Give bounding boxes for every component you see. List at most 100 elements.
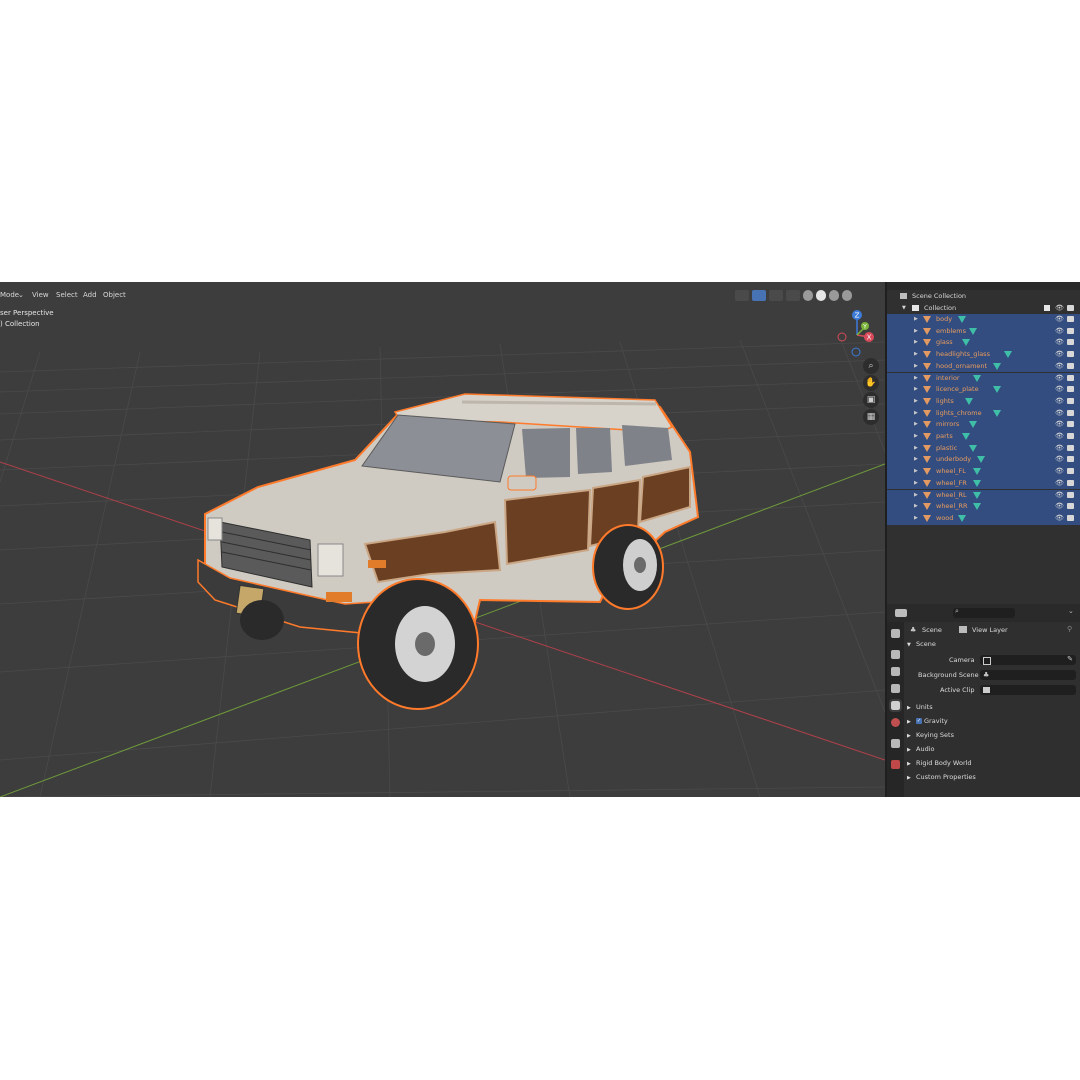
render-camera-icon[interactable] [1067, 433, 1074, 439]
expand-arrow-icon[interactable]: ▶ [907, 719, 911, 725]
axis-navigation-gizmo[interactable]: Z X Y [832, 308, 882, 358]
rigid-body-world-panel[interactable]: Rigid Body World [916, 759, 972, 767]
visibility-eye-icon[interactable]: 👁 [1055, 397, 1064, 405]
mode-dropdown[interactable]: Mode [0, 291, 19, 299]
outliner-object-row[interactable]: ▶ body 👁 [887, 314, 1080, 326]
outliner-object-row[interactable]: ▶ glass 👁 [887, 337, 1080, 350]
visibility-eye-icon[interactable]: 👁 [1055, 420, 1064, 428]
editor-type-icon[interactable] [895, 609, 907, 617]
render-camera-icon[interactable] [1067, 456, 1074, 463]
visibility-eye-icon[interactable]: 👁 [1055, 327, 1064, 335]
mesh-data-icon[interactable] [977, 456, 986, 464]
expand-arrow-icon[interactable]: ▶ [914, 363, 918, 369]
gravity-panel[interactable]: Gravity [924, 717, 948, 725]
outliner-collection-row[interactable]: ▼ Collection 👁 [887, 303, 1080, 315]
chevron-down-icon[interactable]: ⌄ [1068, 607, 1074, 615]
expand-arrow-icon[interactable]: ▶ [914, 339, 918, 345]
visibility-eye-icon[interactable]: 👁 [1055, 362, 1064, 370]
expand-arrow-icon[interactable]: ▶ [914, 456, 918, 462]
visibility-eye-icon[interactable]: 👁 [1055, 338, 1064, 346]
visibility-eye-icon[interactable]: 👁 [1055, 304, 1064, 312]
mesh-data-icon[interactable] [961, 433, 970, 440]
render-camera-icon[interactable] [1067, 479, 1074, 486]
render-camera-icon[interactable] [1067, 421, 1074, 428]
xray-toggle-icon[interactable] [786, 290, 800, 301]
mesh-data-icon[interactable] [969, 421, 978, 429]
collapse-arrow-icon[interactable]: ▼ [907, 642, 911, 648]
expand-arrow-icon[interactable]: ▶ [914, 492, 918, 498]
3d-viewport[interactable]: Mode ⌄ View Select Add Object ser Perspe… [0, 282, 885, 797]
outliner-object-row[interactable]: ▶ licence_plate 👁 [887, 384, 1080, 396]
rendered-shading-icon[interactable] [842, 290, 852, 301]
perspective-toggle-icon[interactable]: ▦ [863, 409, 879, 425]
expand-arrow-icon[interactable]: ▶ [914, 421, 918, 427]
expand-arrow-icon[interactable]: ▶ [914, 351, 918, 357]
mode-dropdown-chevron[interactable]: ⌄ [18, 291, 24, 299]
visibility-eye-icon[interactable]: 👁 [1055, 502, 1064, 510]
pan-hand-icon[interactable]: ✋ [863, 375, 879, 391]
render-camera-icon[interactable] [1067, 316, 1074, 322]
mesh-data-icon[interactable] [965, 397, 974, 405]
mesh-data-icon[interactable] [973, 468, 982, 476]
render-camera-icon[interactable] [1067, 409, 1074, 416]
expand-arrow-icon[interactable]: ▶ [914, 503, 918, 509]
outliner-object-row[interactable]: ▶ lights_chrome 👁 [887, 407, 1080, 420]
camera-view-icon[interactable]: ▣ [863, 392, 879, 408]
scene-section-header[interactable]: Scene [916, 640, 936, 648]
mesh-data-icon[interactable] [969, 444, 978, 452]
eyedropper-icon[interactable]: ✎ [1067, 655, 1073, 663]
world-tab-icon[interactable] [891, 718, 900, 727]
outliner-object-row[interactable]: ▶ parts 👁 [887, 431, 1080, 443]
collapse-arrow-icon[interactable]: ▼ [902, 305, 906, 311]
texture-tab-icon[interactable] [891, 760, 900, 769]
mesh-data-icon[interactable] [957, 316, 966, 323]
outliner-object-row[interactable]: ▶ wheel_FR 👁 [887, 477, 1080, 490]
outliner-scene-collection-row[interactable]: Scene Collection [887, 291, 1080, 303]
gravity-checkbox[interactable]: ✓ [916, 718, 922, 724]
visibility-eye-icon[interactable]: 👁 [1055, 432, 1064, 440]
render-camera-icon[interactable] [1067, 503, 1074, 510]
render-camera-icon[interactable] [1067, 351, 1074, 358]
zoom-icon[interactable]: ⌕ [863, 358, 879, 374]
collection-tab-icon[interactable] [891, 739, 900, 748]
outliner-object-row[interactable]: ▶ wheel_RR 👁 [887, 501, 1080, 513]
expand-arrow-icon[interactable]: ▶ [907, 775, 911, 781]
mesh-data-icon[interactable] [973, 374, 982, 382]
render-camera-icon[interactable] [1067, 374, 1074, 381]
menu-object[interactable]: Object [103, 291, 126, 299]
tool-tab-icon[interactable] [891, 629, 900, 638]
render-camera-icon[interactable] [1067, 362, 1074, 369]
properties-search-input[interactable] [953, 608, 1015, 618]
menu-select[interactable]: Select [56, 291, 78, 299]
render-camera-icon[interactable] [1067, 386, 1074, 393]
expand-arrow-icon[interactable]: ▶ [907, 733, 911, 739]
mesh-data-icon[interactable] [969, 327, 978, 335]
expand-arrow-icon[interactable]: ▶ [907, 761, 911, 767]
active-clip-field[interactable] [980, 685, 1076, 695]
mesh-data-icon[interactable] [992, 409, 1001, 417]
render-camera-icon[interactable] [1067, 327, 1074, 334]
outliner-object-row[interactable]: ▶ wheel_FL 👁 [887, 466, 1080, 478]
render-camera-icon[interactable] [1067, 304, 1074, 311]
expand-arrow-icon[interactable]: ▶ [914, 433, 918, 439]
expand-arrow-icon[interactable]: ▶ [914, 410, 918, 416]
expand-arrow-icon[interactable]: ▶ [914, 316, 918, 322]
outliner-object-row[interactable]: ▶ wood 👁 [887, 512, 1080, 525]
render-camera-icon[interactable] [1067, 491, 1074, 498]
mesh-data-icon[interactable] [973, 491, 982, 499]
mesh-data-icon[interactable] [1004, 351, 1013, 359]
mesh-data-icon[interactable] [992, 362, 1001, 370]
outliner-object-row[interactable]: ▶ headlights_glass 👁 [887, 349, 1080, 361]
outliner-object-row[interactable]: ▶ lights 👁 [887, 395, 1080, 408]
render-tab-icon[interactable] [891, 650, 900, 659]
camera-field[interactable]: ✎ [980, 655, 1076, 665]
expand-arrow-icon[interactable]: ▶ [914, 328, 918, 334]
expand-arrow-icon[interactable]: ▶ [914, 398, 918, 404]
visibility-eye-icon[interactable]: 👁 [1055, 385, 1064, 393]
menu-add[interactable]: Add [83, 291, 97, 299]
gizmo-toggle-icon[interactable] [752, 290, 766, 301]
outliner-object-row[interactable]: ▶ interior 👁 [887, 372, 1080, 385]
mesh-data-icon[interactable] [957, 514, 966, 522]
visibility-eye-icon[interactable]: 👁 [1055, 409, 1064, 417]
view-layer-tab-icon[interactable] [891, 684, 900, 693]
